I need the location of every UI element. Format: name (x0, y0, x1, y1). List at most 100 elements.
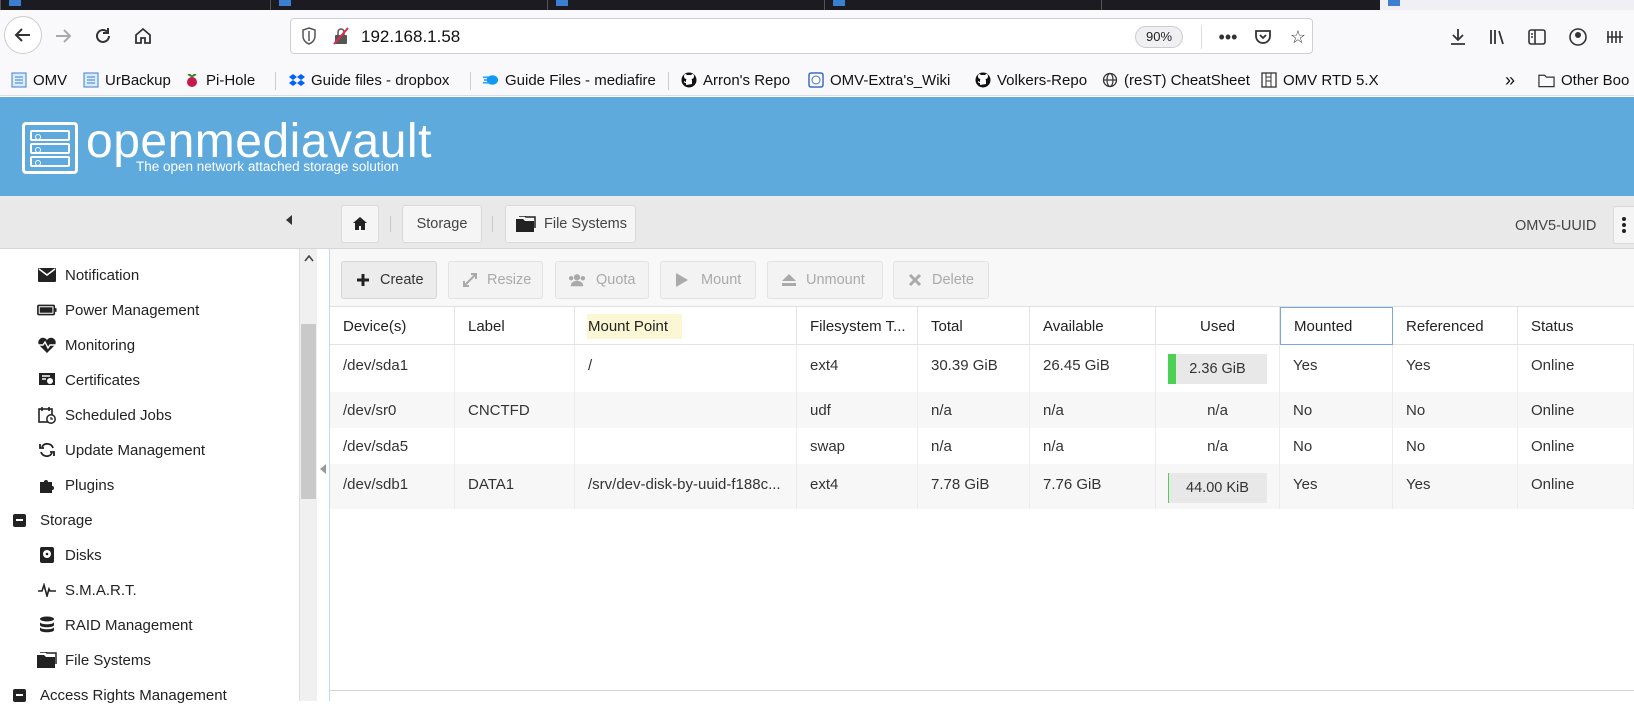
cell-total: 30.39 GiB (918, 345, 1030, 392)
account-icon[interactable] (1565, 24, 1591, 50)
bookmark-separator (275, 72, 276, 90)
column-header-filesystem-type[interactable]: Filesystem T... (797, 307, 918, 345)
table-row[interactable]: /dev/sr0 CNCTFD udf n/a n/a n/a No No Online (330, 392, 1634, 428)
url-text[interactable]: 192.168.1.58 (361, 27, 460, 47)
column-header-status[interactable]: Status (1518, 307, 1634, 345)
play-icon (673, 271, 691, 289)
column-header-device[interactable]: Device(s) (330, 307, 455, 345)
column-header-total[interactable]: Total (918, 307, 1030, 345)
breadcrumb-home-button[interactable] (341, 205, 379, 243)
insecure-lock-icon[interactable] (333, 27, 349, 45)
library-icon[interactable] (1485, 24, 1511, 50)
browser-tab[interactable] (547, 0, 824, 10)
extensions-icon[interactable] (1602, 24, 1628, 50)
forward-button[interactable] (48, 21, 78, 51)
bookmark-omv-extras-wiki[interactable]: OMV-Extra's_Wiki (807, 69, 950, 91)
bookmark-dropbox[interactable]: Guide files - dropbox (288, 69, 449, 91)
sidebar-item-disks[interactable]: Disks (0, 538, 298, 572)
browser-tab[interactable] (1101, 0, 1380, 10)
browser-tab[interactable] (824, 0, 1101, 10)
cell-text: n/a (1207, 401, 1228, 419)
home-button[interactable] (128, 21, 158, 51)
browser-tab-active[interactable] (1380, 0, 1634, 10)
collapse-minus-icon[interactable] (9, 511, 29, 529)
browser-tab[interactable] (0, 0, 270, 10)
sidebar-splitter[interactable] (317, 249, 330, 701)
address-bar[interactable]: 192.168.1.58 90% ••• ☆ (290, 18, 1313, 54)
cell-text: /dev/sda5 (343, 437, 409, 455)
bookmark-mediafire[interactable]: Guide Files - mediafire (482, 69, 656, 91)
globe-icon (1101, 72, 1118, 89)
bookmark-arrons-repo[interactable]: Arron's Repo (680, 69, 790, 91)
expand-icon (461, 271, 479, 289)
bookmark-label: Arron's Repo (703, 71, 791, 89)
column-header-label: Device(s) (343, 317, 407, 335)
bookmark-pihole[interactable]: Pi-Hole (183, 69, 255, 91)
sidebar-scrollbar[interactable] (299, 249, 317, 701)
collapse-minus-icon[interactable] (9, 686, 29, 704)
sidebar-group-storage[interactable]: Storage (0, 503, 298, 537)
sidebar-item-power-management[interactable]: Power Management (0, 293, 298, 327)
bookmark-other-bookmarks[interactable]: Other Boo (1538, 69, 1629, 91)
pocket-icon[interactable] (1251, 25, 1275, 49)
browser-tab[interactable] (270, 0, 547, 10)
sidebar-item-smart[interactable]: S.M.A.R.T. (0, 573, 298, 607)
downloads-icon[interactable] (1445, 24, 1471, 50)
delete-button[interactable]: Delete (893, 261, 989, 299)
sidebar-toggle-icon[interactable] (1524, 24, 1550, 50)
column-header-label: Filesystem T... (810, 317, 906, 335)
table-row[interactable]: /dev/sdb1 DATA1/srv/dev-disk-by-uuid-f188… (330, 464, 1634, 509)
cell-text: Online (1531, 476, 1575, 493)
bookmark-omv-rtd[interactable]: OMV RTD 5.X (1260, 69, 1379, 91)
bookmark-star-icon[interactable]: ☆ (1286, 25, 1310, 49)
cell-mount-point: /srv/dev-disk-by-uuid-f188c... (575, 464, 797, 509)
bookmark-omv[interactable]: OMV (10, 69, 67, 91)
sidebar-item-plugins[interactable]: Plugins (0, 468, 298, 502)
breadcrumb-file-systems[interactable]: File Systems (505, 205, 636, 243)
splitter-collapse-icon[interactable] (319, 463, 327, 478)
page-actions-icon[interactable]: ••• (1216, 25, 1240, 49)
sidebar-item-file-systems[interactable]: File Systems (0, 643, 298, 677)
sidebar-group-access-rights[interactable]: Access Rights Management (0, 678, 298, 712)
resize-button[interactable]: Resize (448, 261, 543, 299)
column-header-mounted[interactable]: Mounted (1280, 307, 1393, 345)
sidebar-item-monitoring[interactable]: Monitoring (0, 328, 298, 362)
sidebar-item-notification[interactable]: Notification (0, 258, 298, 292)
bookmark-urbackup[interactable]: UrBackup (82, 69, 171, 91)
bookmark-volkers-repo[interactable]: Volkers-Repo (974, 69, 1087, 91)
header-menu-button[interactable] (1613, 206, 1634, 244)
cell-text: n/a (931, 401, 952, 419)
scroll-up-arrow-icon[interactable] (304, 253, 314, 265)
home-icon (353, 217, 367, 230)
tracking-shield-icon[interactable] (301, 27, 317, 45)
cell-text: CNCTFD (468, 401, 530, 419)
bookmark-rest-cheatsheet[interactable]: (reST) CheatSheet (1101, 69, 1250, 91)
breadcrumb-storage[interactable]: Storage (402, 205, 482, 243)
grid-bottom-border (330, 690, 1634, 691)
reload-button[interactable] (88, 21, 118, 51)
column-header-mount-point[interactable]: Mount Point (575, 307, 797, 345)
sidebar-item-update-management[interactable]: Update Management (0, 433, 298, 467)
bookmarks-overflow-chevron-icon[interactable]: » (1505, 69, 1515, 91)
unmount-button[interactable]: Unmount (767, 261, 883, 299)
raspberry-icon (183, 72, 200, 89)
table-row[interactable]: /dev/sda5 swap n/a n/a n/a No No Online (330, 428, 1634, 464)
scrollbar-thumb[interactable] (301, 324, 316, 499)
table-row[interactable]: /dev/sda1 / ext4 30.39 GiB 26.45 GiB 2.36 GiB… (330, 345, 1634, 392)
column-header-used[interactable]: Used (1156, 307, 1280, 345)
column-header-available[interactable]: Available (1030, 307, 1156, 345)
hostname-label: OMV5-UUID (1515, 218, 1597, 234)
quota-button[interactable]: Quota (555, 261, 649, 299)
cell-mount-point (575, 392, 797, 428)
sidebar-item-certificates[interactable]: Certificates (0, 363, 298, 397)
create-button[interactable]: Create (341, 261, 437, 299)
sidebar-item-scheduled-jobs[interactable]: Scheduled Jobs (0, 398, 298, 432)
back-button[interactable] (4, 16, 42, 54)
collapse-sidebar-icon[interactable] (284, 214, 296, 228)
mount-button[interactable]: Mount (660, 261, 756, 299)
zoom-level-badge[interactable]: 90% (1135, 26, 1184, 48)
certificate-icon (37, 371, 57, 389)
sidebar-item-raid-management[interactable]: RAID Management (0, 608, 298, 642)
column-header-referenced[interactable]: Referenced (1393, 307, 1518, 345)
column-header-label-col[interactable]: Label (455, 307, 575, 345)
